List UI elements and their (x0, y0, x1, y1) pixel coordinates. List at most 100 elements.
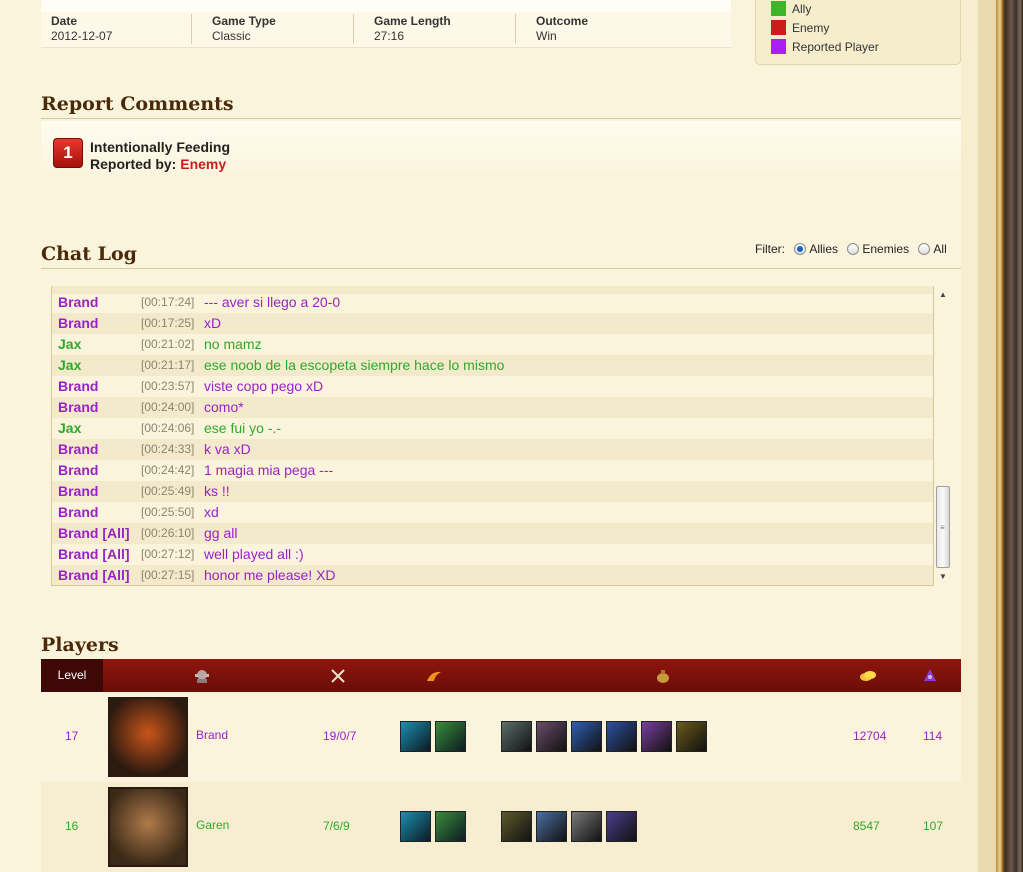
scroll-up-icon[interactable]: ▲ (937, 289, 949, 301)
chat-sender: Brand (58, 378, 99, 394)
chat-row: Jax [00:21:17] ese noob de la escopeta sie… (52, 355, 933, 376)
chat-message: viste copo pego xD (204, 378, 324, 394)
chat-sender: Brand (58, 294, 99, 310)
chat-sender: Brand (58, 483, 99, 499)
summary-date: Date 2012-12-07 (51, 14, 112, 44)
item-icon[interactable] (676, 721, 707, 752)
filter-label: Filter: (755, 242, 785, 256)
chat-row: Brand [00:24:00] como* (52, 397, 933, 418)
chat-timestamp: [00:27:15] (141, 568, 195, 582)
chat-row: Brand [All] [00:26:10] gg all (52, 523, 933, 544)
champion-portrait[interactable] (108, 787, 188, 867)
player-row: 16 Garen 7/6/9 8547 107 (41, 782, 961, 872)
chat-log-list[interactable]: Brand [00:17:24] --- aver si llego a 20-0 B… (51, 286, 934, 586)
chat-message: xd (204, 504, 219, 520)
filter-allies[interactable]: Allies (794, 242, 838, 256)
item-icon[interactable] (571, 811, 602, 842)
radio-enemies[interactable] (847, 243, 860, 255)
radio-allies[interactable] (794, 243, 807, 255)
chat-message: k va xD (204, 441, 251, 457)
chat-sender: Brand (58, 462, 99, 478)
chat-sender: Brand (58, 504, 99, 520)
chat-row: Brand [All] [00:27:12] well played all :) (52, 544, 933, 565)
player-gold: 12704 (853, 729, 887, 743)
chat-timestamp: [00:25:49] (141, 484, 195, 498)
item-icon[interactable] (606, 811, 637, 842)
champion-name[interactable]: Brand (196, 728, 228, 742)
chat-timestamp: [00:17:25] (141, 316, 195, 330)
legend-enemy: Enemy (771, 20, 829, 36)
champion-name[interactable]: Garen (196, 818, 229, 832)
chat-sender: Brand [All] (58, 546, 130, 562)
chat-message: ese fui yo -.- (204, 420, 282, 436)
summary-divider (515, 14, 516, 44)
chat-row: Brand [00:24:33] k va xD (52, 439, 933, 460)
chat-sender: Jax (58, 420, 82, 436)
reported-swatch (771, 39, 786, 54)
reported-by-value: Enemy (180, 156, 227, 172)
report-reason: Intentionally Feeding (90, 139, 231, 155)
chat-row: Brand [00:17:24] --- aver si llego a 20-0 (52, 292, 933, 313)
champion-portrait[interactable] (108, 697, 188, 777)
items-bag-icon (657, 670, 669, 683)
chat-message: gg all (204, 525, 238, 541)
team-legend: Ally Enemy Reported Player (755, 0, 961, 65)
summary-game-type: Game Type Classic (212, 14, 276, 44)
chat-timestamp: [00:26:10] (141, 526, 195, 540)
reported-by: Reported by: Enemy (90, 156, 226, 172)
outcome-value: Win (536, 29, 557, 43)
level-header: Level (41, 659, 103, 692)
summary-top-strip (41, 0, 731, 12)
chat-sender: Jax (58, 357, 82, 373)
chat-sender: Brand [All] (58, 567, 130, 583)
chat-sender: Brand (58, 441, 99, 457)
item-icon[interactable] (536, 811, 567, 842)
item-icon[interactable] (641, 721, 672, 752)
players-heading: Players (41, 634, 119, 656)
scroll-down-icon[interactable]: ▼ (937, 571, 949, 583)
scroll-thumb[interactable]: ≡ (936, 486, 950, 568)
players-table-body: 17 Brand 19/0/7 12704 114 16 Garen 7/6/9 8547 107 (41, 692, 961, 872)
summoner-spell-icon[interactable] (435, 811, 466, 842)
item-icon[interactable] (536, 721, 567, 752)
chat-sender: Jax (58, 336, 82, 352)
summoner-spell-icon[interactable] (435, 721, 466, 752)
player-row: 17 Brand 19/0/7 12704 114 (41, 692, 961, 782)
filter-all[interactable]: All (918, 242, 947, 256)
filter-enemies[interactable]: Enemies (847, 242, 909, 256)
chat-filter: Filter: Allies Enemies All (755, 242, 947, 256)
summary-divider (191, 14, 192, 44)
chat-row: Jax [00:24:06] ese fui yo -.- (52, 418, 933, 439)
chat-timestamp: [00:21:02] (141, 337, 195, 351)
date-value: 2012-12-07 (51, 29, 113, 43)
item-icon[interactable] (606, 721, 637, 752)
chat-sender: Brand (58, 315, 99, 331)
chat-message: no mamz (204, 336, 262, 352)
item-icon[interactable] (501, 721, 532, 752)
chat-message: ks !! (204, 483, 230, 499)
chat-scrollbar[interactable]: ▲ ≡ ▼ (935, 286, 951, 586)
enemy-swatch (771, 20, 786, 35)
chat-timestamp: [00:24:06] (141, 421, 195, 435)
player-kda: 7/6/9 (323, 819, 350, 833)
item-icon[interactable] (501, 811, 532, 842)
summoner-spell-icon[interactable] (400, 721, 431, 752)
chat-row: Jax [00:21:02] no mamz (52, 334, 933, 355)
player-gold: 8547 (853, 819, 880, 833)
player-minions: 114 (923, 729, 943, 743)
summoner-spell-icon[interactable] (400, 811, 431, 842)
chat-log-panel[interactable]: Brand [00:17:24] --- aver si llego a 20-0 B… (51, 286, 951, 586)
radio-all[interactable] (918, 243, 931, 255)
report-count-badge: 1 (53, 138, 83, 168)
game-type-value: Classic (212, 29, 251, 43)
chat-message: honor me please! XD (204, 567, 336, 583)
legend-reported: Reported Player (771, 39, 879, 55)
chat-sender: Brand [All] (58, 525, 130, 541)
chat-timestamp: [00:24:42] (141, 463, 195, 477)
game-length-label: Game Length (374, 14, 451, 28)
chat-sender: Brand (58, 399, 99, 415)
chat-message: well played all :) (204, 546, 304, 562)
chat-timestamp: [00:21:17] (141, 358, 195, 372)
chat-message: como* (204, 399, 244, 415)
item-icon[interactable] (571, 721, 602, 752)
